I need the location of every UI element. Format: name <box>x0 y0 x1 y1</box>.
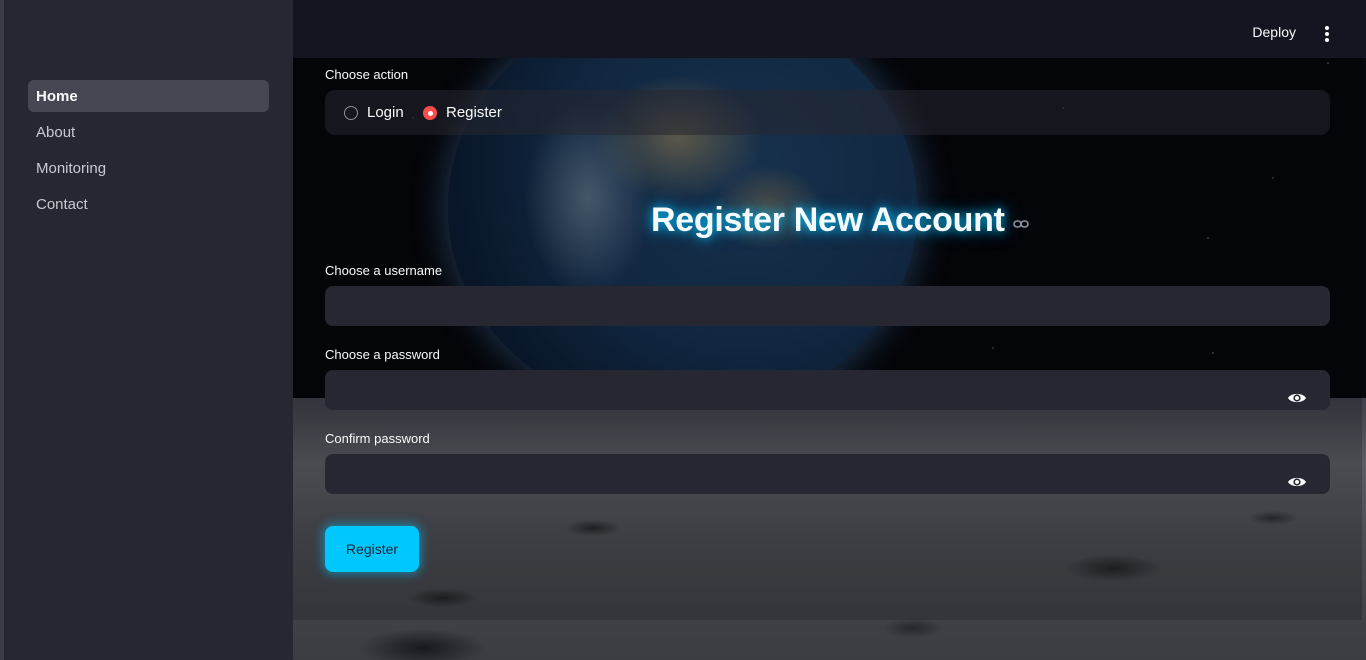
radio-login-label: Login <box>367 104 404 121</box>
sidebar-nav: Home About Monitoring Contact <box>28 80 269 224</box>
radio-selected-icon <box>423 105 437 120</box>
username-label: Choose a username <box>325 263 443 278</box>
sidebar-item-label: About <box>36 123 76 141</box>
username-input[interactable] <box>325 286 1330 326</box>
confirm-password-field-box <box>325 454 1330 494</box>
deploy-button[interactable]: Deploy <box>1252 24 1296 40</box>
confirm-password-label: Confirm password <box>325 431 430 446</box>
radio-unselected-icon <box>344 105 358 120</box>
page-title: Register New Account <box>651 201 1005 239</box>
radio-register[interactable]: Register <box>423 104 502 121</box>
sidebar-item-label: Home <box>36 87 78 105</box>
sidebar-item-monitoring[interactable]: Monitoring <box>28 152 269 184</box>
sidebar-item-contact[interactable]: Contact <box>28 188 269 220</box>
sidebar-item-label: Monitoring <box>36 159 107 177</box>
action-radio-group: Login Register <box>325 90 1330 135</box>
username-field-box <box>325 286 1330 326</box>
sidebar-item-home[interactable]: Home <box>28 80 269 112</box>
top-header: Deploy <box>293 0 1366 58</box>
password-field-box <box>325 370 1330 410</box>
title-container: Register New Account <box>651 201 1029 240</box>
kebab-menu-icon[interactable] <box>1325 26 1329 42</box>
register-button[interactable]: Register <box>325 526 419 572</box>
password-label: Choose a password <box>325 347 440 362</box>
main-background <box>293 58 1366 660</box>
anchor-link-icon[interactable] <box>1012 219 1029 229</box>
radio-login[interactable]: Login <box>344 104 404 121</box>
radio-register-label: Register <box>446 104 502 121</box>
show-password-eye-icon[interactable] <box>1287 391 1307 405</box>
password-input[interactable] <box>325 370 1330 410</box>
action-label: Choose action <box>325 67 409 82</box>
content-overlay <box>293 58 1362 620</box>
show-confirm-password-eye-icon[interactable] <box>1287 475 1307 489</box>
sidebar: Home About Monitoring Contact <box>0 0 293 660</box>
app-window: Home About Monitoring Contact Deploy Cho… <box>0 0 1366 660</box>
sidebar-item-label: Contact <box>36 195 88 213</box>
confirm-password-input[interactable] <box>325 454 1330 494</box>
sidebar-item-about[interactable]: About <box>28 116 269 148</box>
